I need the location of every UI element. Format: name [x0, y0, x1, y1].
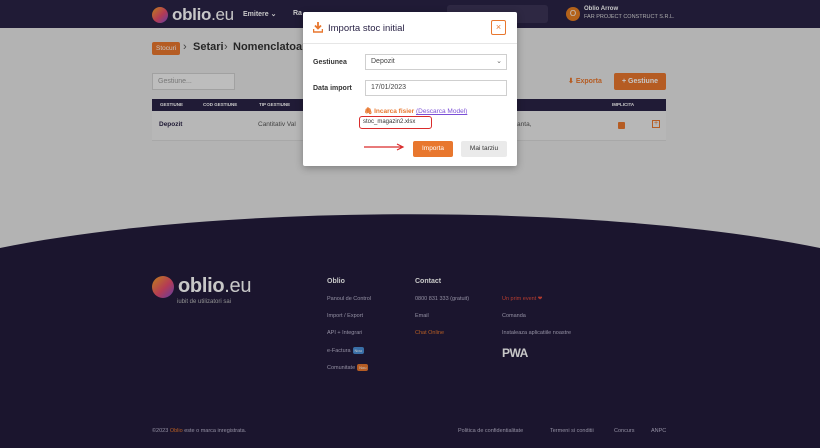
close-button[interactable]: ×	[491, 20, 506, 35]
download-model-link[interactable]: (Descarca Model)	[416, 108, 467, 115]
uploaded-file-name: stoc_magazin2.xlsx	[359, 116, 432, 129]
download-icon	[313, 22, 323, 33]
date-label: Data import	[313, 85, 352, 92]
date-input[interactable]: 17/01/2023	[365, 80, 507, 96]
modal-header: Importa stoc initial ×	[303, 12, 517, 44]
upload-file-link[interactable]: 🖇 Incarca fisier	[364, 108, 414, 115]
paperclip-icon: 🖇	[364, 108, 373, 115]
modal-title: Importa stoc initial	[328, 23, 405, 34]
import-button[interactable]: Importa	[413, 141, 453, 157]
arrow-right-icon	[364, 143, 405, 151]
upload-row: 🖇 Incarca fisier (Descarca Model)	[364, 107, 467, 115]
gestiune-select[interactable]: Depozit ⌄	[365, 54, 507, 70]
chevron-down-icon: ⌄	[496, 58, 502, 65]
import-stock-modal: Importa stoc initial × Gestiunea Depozit…	[303, 12, 517, 166]
later-button[interactable]: Mai tarziu	[461, 141, 507, 157]
gestiune-label: Gestiunea	[313, 59, 347, 66]
